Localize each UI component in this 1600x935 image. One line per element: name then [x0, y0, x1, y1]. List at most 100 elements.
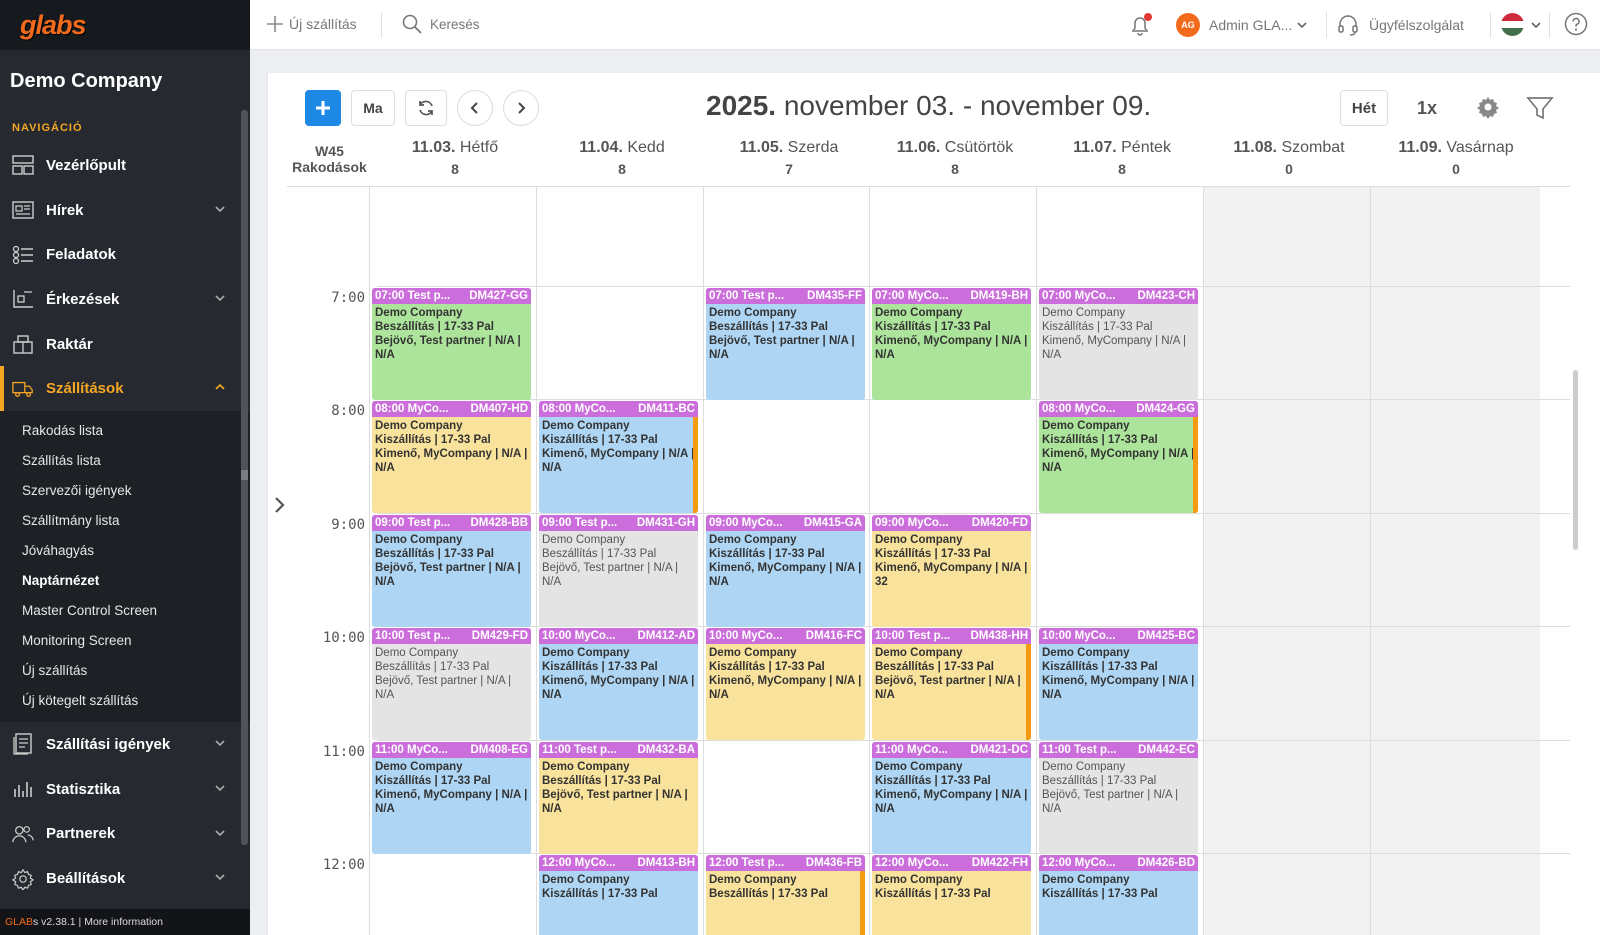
calendar-event[interactable]: 07:00 MyCo... DM419-BH Demo Company Kiszá… — [872, 288, 1031, 400]
sidebar-item-hirek[interactable]: Hírek — [0, 188, 250, 233]
calendar-event[interactable]: 10:00 MyCo... DM416-FC Demo Company Kiszá… — [706, 628, 865, 740]
calendar-event[interactable]: 09:00 Test p... DM428-BB Demo Company Bes… — [372, 515, 531, 627]
user-menu[interactable]: AG Admin GLA... — [1176, 13, 1308, 37]
event-line2: Kimenő, MyCompany | N/A | N/A — [542, 675, 695, 701]
calendar-event[interactable]: 09:00 Test p... DM431-GH Demo Company Bes… — [539, 515, 698, 627]
calendar-event[interactable]: 12:00 Test p... DM436-FB Demo Company Bes… — [706, 855, 865, 935]
calendar-event[interactable]: 11:00 MyCo... DM408-EG Demo Company Kiszá… — [372, 742, 531, 854]
submenu-item[interactable]: Szervezői igények — [0, 476, 250, 506]
calendar-event[interactable]: 10:00 MyCo... DM425-BC Demo Company Kiszá… — [1039, 628, 1198, 740]
language-selector[interactable] — [1501, 13, 1542, 36]
submenu-item[interactable]: Szállítmány lista — [0, 506, 250, 536]
calendar-event[interactable]: 11:00 MyCo... DM421-DC Demo Company Kiszá… — [872, 742, 1031, 854]
event-code: DM426-BD — [1137, 857, 1195, 869]
sidebar-item-statisztika[interactable]: Statisztika — [0, 767, 250, 812]
calendar-settings-button[interactable] — [1476, 95, 1500, 124]
sidebar-item-szallitasok[interactable]: Szállítások — [0, 366, 250, 411]
sidebar-item-beallitasok[interactable]: Beállítások — [0, 856, 250, 901]
new-shipment-button[interactable]: Új szállítás — [266, 15, 357, 33]
search-icon — [402, 14, 422, 34]
support-button[interactable]: Ügyfélszolgálat — [1336, 13, 1464, 37]
event-line1: Kiszállítás | 17-33 Pal — [709, 661, 825, 673]
day-column[interactable] — [1370, 187, 1540, 935]
event-partner: Test p... — [907, 630, 951, 642]
submenu-item[interactable]: Jóváhagyás — [0, 536, 250, 566]
sidebar-item-partnerek[interactable]: Partnerek — [0, 812, 250, 857]
calendar-event[interactable]: 11:00 Test p... DM442-EC Demo Company Bes… — [1039, 742, 1198, 854]
day-header[interactable]: 11.08. Szombat 0 — [1204, 139, 1374, 177]
calendar-event[interactable]: 08:00 MyCo... DM424-GG Demo Company Kiszá… — [1039, 401, 1198, 513]
calendar-event[interactable]: 10:00 Test p... DM429-FD Demo Company Bes… — [372, 628, 531, 740]
submenu-item[interactable]: Monitoring Screen — [0, 626, 250, 656]
help-button[interactable] — [1564, 12, 1588, 36]
day-header[interactable]: 11.07. Péntek 8 — [1037, 139, 1207, 177]
submenu-item[interactable]: Master Control Screen — [0, 596, 250, 626]
day-date: 11.05. — [739, 139, 784, 156]
logo[interactable]: glabs — [20, 10, 87, 41]
event-header: 07:00 Test p... DM427-GG — [372, 288, 531, 304]
event-time: 09:00 — [709, 517, 739, 529]
sidebar-item-erkezesek[interactable]: Érkezések — [0, 277, 250, 322]
calendar-event[interactable]: 12:00 MyCo... DM426-BD Demo Company Kiszá… — [1039, 855, 1198, 935]
add-event-button[interactable] — [305, 90, 341, 126]
event-line1: Beszállítás | 17-33 Pal — [709, 321, 828, 333]
submenu-item[interactable]: Új kötegelt szállítás — [0, 686, 250, 716]
refresh-button[interactable] — [405, 90, 447, 126]
event-line1: Kiszállítás | 17-33 Pal — [542, 888, 658, 900]
sidebar-item-feladatok[interactable]: Feladatok — [0, 232, 250, 277]
sidebar-scrollbar[interactable] — [241, 110, 248, 845]
event-header: 11:00 MyCo... DM421-DC — [872, 742, 1031, 758]
calendar-event[interactable]: 12:00 MyCo... DM422-FH Demo Company Kiszá… — [872, 855, 1031, 935]
filter-button[interactable] — [1526, 95, 1554, 126]
notifications-button[interactable] — [1128, 12, 1154, 38]
search-button[interactable]: Keresés — [402, 14, 480, 34]
day-header[interactable]: 11.05. Szerda 7 — [704, 139, 874, 177]
event-time: 11:00 — [1042, 744, 1071, 756]
more-information-link[interactable]: More information — [84, 916, 163, 928]
day-header[interactable]: 11.09. Vasárnap 0 — [1371, 139, 1541, 177]
calendar-event[interactable]: 08:00 MyCo... DM407-HD Demo Company Kiszá… — [372, 401, 531, 513]
sidebar-item-vezerlopult[interactable]: Vezérlőpult — [0, 143, 250, 188]
event-line1: Kiszállítás | 17-33 Pal — [875, 888, 991, 900]
event-line2: Bejövő, Test partner | N/A | N/A — [375, 675, 512, 701]
calendar-event[interactable]: 11:00 Test p... DM432-BA Demo Company Bes… — [539, 742, 698, 854]
today-button[interactable]: Ma — [351, 90, 395, 126]
day-header[interactable]: 11.04. Kedd 8 — [537, 139, 707, 177]
event-partner: Test p... — [407, 630, 451, 642]
next-week-button[interactable] — [503, 90, 539, 126]
event-code: DM415-GA — [803, 517, 862, 529]
calendar-event[interactable]: 10:00 Test p... DM438-HH Demo Company Bes… — [872, 628, 1031, 740]
calendar-event[interactable]: 09:00 MyCo... DM420-FD Demo Company Kiszá… — [872, 515, 1031, 627]
calendar-event[interactable]: 08:00 MyCo... DM411-BC Demo Company Kiszá… — [539, 401, 698, 513]
day-column[interactable] — [1203, 187, 1373, 935]
event-time: 08:00 — [1042, 403, 1072, 415]
event-line2: Bejövő, Test partner | N/A | N/A — [375, 335, 521, 361]
view-week-button[interactable]: Hét — [1340, 90, 1388, 126]
event-line1: Kiszállítás | 17-33 Pal — [542, 661, 658, 673]
day-header[interactable]: 11.06. Csütörtök 8 — [870, 139, 1040, 177]
event-code: DM420-FD — [971, 517, 1028, 529]
calendar-scrollbar[interactable] — [1573, 370, 1578, 550]
event-line1: Kiszállítás | 17-33 Pal — [1042, 661, 1158, 673]
sidebar-item-raktar[interactable]: Raktár — [0, 322, 250, 367]
calendar-event[interactable]: 07:00 Test p... DM427-GG Demo Company Bes… — [372, 288, 531, 400]
event-line1: Kiszállítás | 17-33 Pal — [709, 548, 825, 560]
day-name: Péntek — [1121, 139, 1171, 156]
sidebar-toggle[interactable] — [273, 496, 285, 519]
submenu-item[interactable]: Szállítás lista — [0, 446, 250, 476]
calendar-grid: 6:007:008:009:0010:0011:0012:00 07:00 Te… — [287, 187, 1570, 935]
zoom-button[interactable]: 1x — [1417, 98, 1437, 119]
calendar-event[interactable]: 07:00 Test p... DM435-FF Demo Company Bes… — [706, 288, 865, 400]
calendar-event[interactable]: 10:00 MyCo... DM412-AD Demo Company Kiszá… — [539, 628, 698, 740]
sidebar-item-szallitasi-igenyek[interactable]: Szállítási igények — [0, 722, 250, 767]
submenu-item[interactable]: Naptárnézet — [0, 566, 250, 596]
calendar-event[interactable]: 09:00 MyCo... DM415-GA Demo Company Kiszá… — [706, 515, 865, 627]
requests-icon — [12, 733, 34, 756]
day-header[interactable]: 11.03. Hétfő 8 — [370, 139, 540, 177]
event-company: Demo Company — [375, 307, 463, 319]
previous-week-button[interactable] — [457, 90, 493, 126]
submenu-item[interactable]: Rakodás lista — [0, 416, 250, 446]
calendar-event[interactable]: 07:00 MyCo... DM423-CH Demo Company Kiszá… — [1039, 288, 1198, 400]
calendar-event[interactable]: 12:00 MyCo... DM413-BH Demo Company Kiszá… — [539, 855, 698, 935]
submenu-item[interactable]: Új szállítás — [0, 656, 250, 686]
